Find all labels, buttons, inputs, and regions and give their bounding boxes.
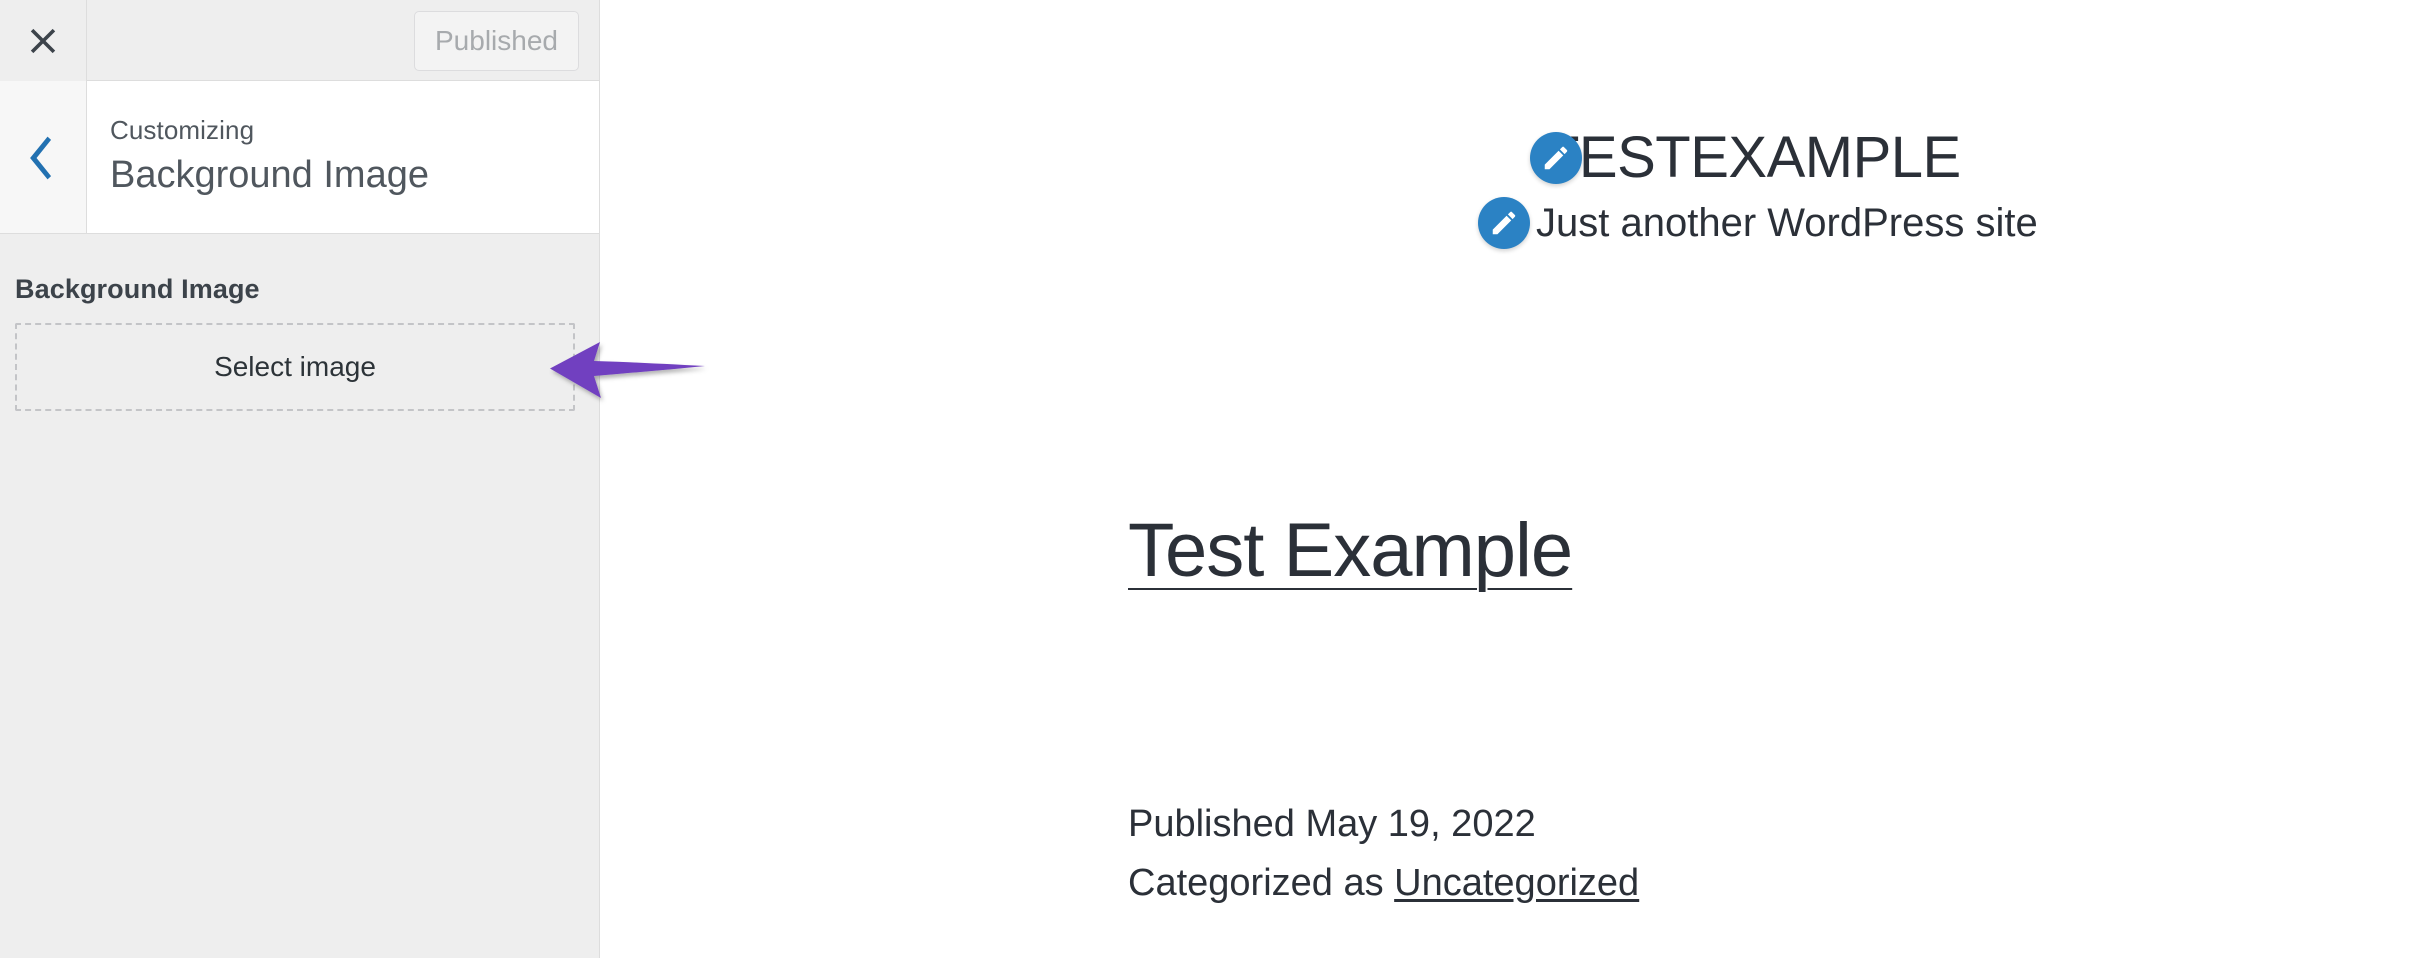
select-image-button[interactable]: Select image — [15, 323, 575, 411]
panel-title-group: Customizing Background Image — [110, 81, 599, 234]
chevron-left-icon — [28, 136, 58, 180]
post-entry: Test Example — [1128, 505, 2328, 596]
customizer-header: Published — [0, 0, 599, 81]
post-category-line: Categorized as Uncategorized — [1128, 854, 1639, 913]
customizer-sidebar: Published Customizing Background Image B… — [0, 0, 600, 958]
pencil-edit-icon-site-tagline[interactable] — [1478, 196, 1530, 249]
background-image-section-label: Background Image — [15, 274, 260, 304]
publish-button[interactable]: Published — [414, 11, 579, 71]
panel-title-row: Customizing Background Image — [0, 81, 599, 234]
site-title[interactable]: TESTEXAMPLE — [1544, 127, 1961, 189]
customizer-body: Background Image Select image — [0, 234, 599, 958]
site-title-row: TESTEXAMPLE — [1530, 127, 2038, 189]
back-to-panels-button[interactable] — [0, 81, 87, 234]
site-tagline-row: Just another WordPress site — [1478, 196, 2038, 249]
post-title: Test Example — [1128, 505, 2328, 596]
customizing-eyebrow: Customizing — [110, 114, 255, 145]
categorized-as-label: Categorized as — [1128, 861, 1395, 904]
close-customizer-button[interactable] — [0, 0, 87, 81]
post-category-link[interactable]: Uncategorized — [1394, 862, 1639, 904]
customizer-screen: Published Customizing Background Image B… — [0, 0, 2416, 958]
panel-heading: Background Image — [110, 153, 429, 196]
site-preview: TESTEXAMPLE Just another WordPress site … — [600, 0, 2416, 958]
post-published-date: Published May 19, 2022 — [1128, 803, 1536, 845]
close-x-icon — [26, 24, 60, 58]
post-title-link[interactable]: Test Example — [1128, 508, 1573, 593]
site-branding: TESTEXAMPLE Just another WordPress site — [1478, 127, 2038, 249]
post-meta: Published May 19, 2022 Categorized as Un… — [1128, 795, 1639, 913]
site-tagline: Just another WordPress site — [1536, 200, 2038, 245]
